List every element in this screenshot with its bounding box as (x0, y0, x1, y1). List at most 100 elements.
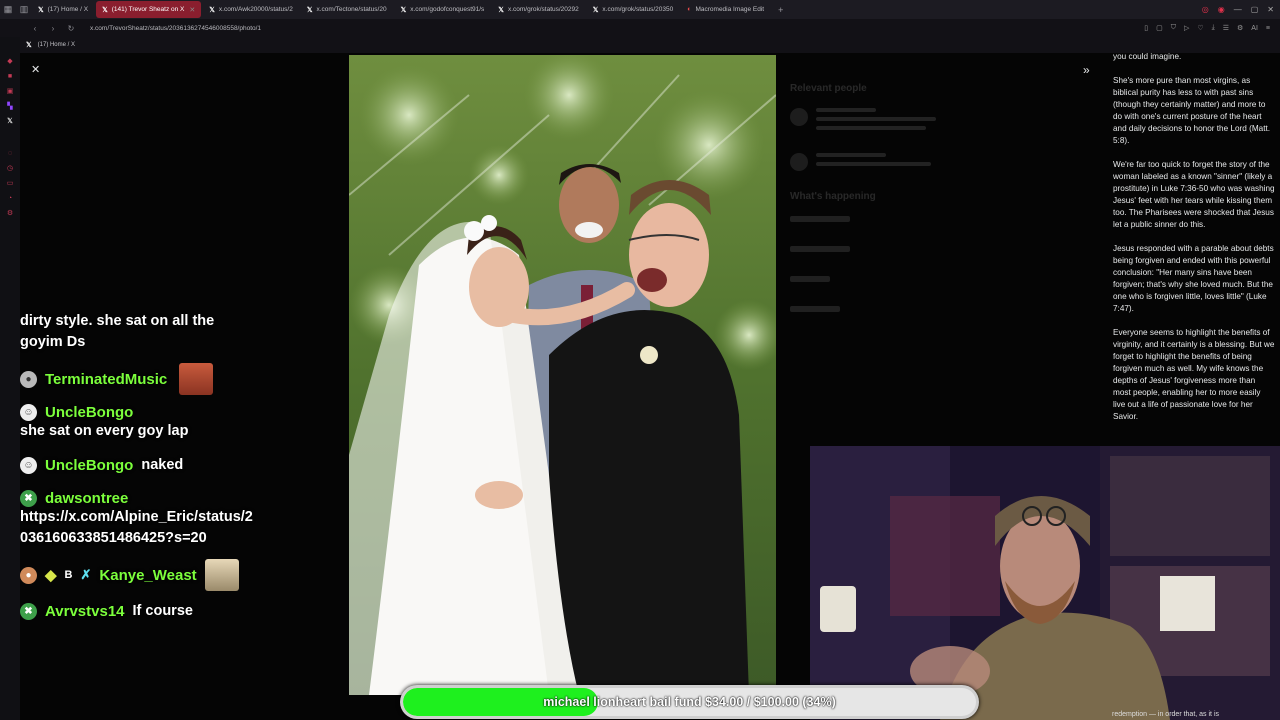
user-badge-icon: ● (20, 566, 37, 584)
x-logo-icon: 𝕏 (400, 6, 407, 14)
chat-message-link[interactable]: https://x.com/Alpine_Eric/status/2036160… (20, 507, 260, 549)
chat-message: ✖ dawsontree (20, 490, 340, 507)
maximize-icon[interactable]: ▢ (1251, 5, 1259, 14)
clock-icon[interactable]: ◷ (6, 164, 14, 172)
settings-icon[interactable]: ⚙ (1237, 24, 1243, 32)
chat-username: Kanye_Weast (99, 566, 197, 584)
post-paragraph: She's more pure than most virgins, as bi… (1113, 76, 1271, 145)
donation-goal-bar: michael lionheart bail fund $34.00 / $10… (400, 685, 979, 719)
user-badge-icon: ✖ (20, 490, 37, 507)
settings-icon[interactable]: ⚙ (6, 209, 14, 217)
chat-message: ☺ UncleBongo (20, 404, 340, 421)
heart-icon[interactable]: ♡ (1197, 24, 1203, 32)
window-controls: ◎ ◉ — ▢ ✕ (1202, 0, 1274, 19)
tab-tectone[interactable]: 𝕏x.com/Tectone/status/20 (301, 1, 393, 18)
webcam-feed (810, 446, 1280, 720)
user-badge-icon: ● (20, 370, 37, 388)
bookmark-icon[interactable]: ▯ (1144, 24, 1148, 32)
chat-username: TerminatedMusic (45, 370, 168, 388)
browser-sidebar: ◆ ■ ▣ ▚ 𝕏 ◌ ◷ ▭ ◔ ⚙ (0, 37, 20, 720)
twitch-icon[interactable]: ▚ (6, 102, 14, 110)
post-paragraph: Jesus responded with a parable about deb… (1113, 244, 1274, 313)
extension-icon[interactable]: ◉ (1218, 5, 1225, 14)
whats-happening-heading: What's happening (790, 191, 876, 202)
chat-username: dawsontree (45, 490, 129, 507)
user-badge-icon: ☺ (20, 404, 37, 421)
chat-message-text: dirty style. she sat on all the goyim Ds (20, 313, 215, 350)
reload-icon[interactable]: ↻ (64, 24, 78, 33)
sidebar-app-icon[interactable]: ▣ (6, 87, 14, 95)
x-logo-icon: 𝕏 (498, 6, 504, 14)
download-icon[interactable]: ⤓ (1212, 24, 1215, 32)
ai-button[interactable]: AI (1251, 25, 1258, 32)
chat-message: ☺ UncleBongo naked (20, 455, 340, 476)
chat-message: ● TerminatedMusic (20, 363, 340, 395)
wedding-photo-image (349, 55, 776, 695)
sidebar-toggle-icon[interactable]: ▥ (16, 0, 32, 19)
forward-icon[interactable]: › (46, 24, 60, 33)
emote-icon (204, 559, 239, 591)
tab-awk[interactable]: 𝕏x.com/Awk20000/status/2 (203, 1, 299, 18)
close-icon[interactable]: ✕ (31, 63, 40, 76)
minimize-icon[interactable]: — (1234, 5, 1242, 14)
profile-icon[interactable]: ◎ (1202, 5, 1209, 14)
sidebar-app-icon[interactable]: ▭ (6, 179, 14, 187)
tab-home[interactable]: 𝕏 (17) Home / X (32, 1, 94, 18)
shield-icon[interactable]: ⛉ (1171, 24, 1176, 32)
url-field[interactable]: x.com/TrevorSheatz/status/20361362745460… (90, 25, 261, 32)
tab-godofconquest[interactable]: 𝕏x.com/godofconquest91/s (395, 1, 491, 18)
macromedia-icon: ◐ (687, 6, 692, 13)
tab-trevor-sheatz[interactable]: 𝕏 (141) Trevor Sheatz on X ✕ (96, 1, 202, 18)
chat-message: ● ◆ B ✗ Kanye_Weast (20, 559, 340, 591)
x-logo-icon: 𝕏 (38, 6, 44, 14)
sidebar-app-icon[interactable]: ◆ (6, 57, 14, 65)
tab-grok-2[interactable]: 𝕏x.com/grok/status/20350 (587, 1, 679, 18)
tab-grok-1[interactable]: 𝕏x.com/grok/status/20292 (492, 1, 584, 18)
emote-icon (179, 363, 214, 395)
dimmed-sidebar: Relevant people What's happening (780, 83, 1110, 503)
chat-message-text: If course (132, 603, 193, 619)
sidebar-app-icon[interactable]: ■ (6, 72, 14, 80)
menu-icon[interactable]: ≡ (1266, 25, 1270, 32)
post-paragraph: Everyone seems to highlight the benefits… (1113, 328, 1275, 421)
sidebar-app-icon[interactable]: ◌ (6, 149, 14, 157)
chat-username: Avrvstvs14 (45, 603, 125, 620)
tab-bar: ▦ ▥ 𝕏 (17) Home / X 𝕏 (141) Trevor Sheatz … (0, 0, 1280, 19)
wedding-photo (349, 55, 776, 695)
goal-track: michael lionheart bail fund $34.00 / $10… (403, 688, 976, 716)
user-badge-icon: ✖ (20, 603, 37, 620)
sword-badge-icon: ✗ (80, 567, 92, 582)
x-logo-icon: 𝕏 (209, 6, 215, 14)
new-tab-button[interactable]: + (772, 5, 789, 15)
photo-viewer: Relevant people What's happening ✕ » you… (20, 53, 1280, 720)
x-logo-icon: 𝕏 (592, 6, 599, 14)
goal-label: michael lionheart bail fund $34.00 / $10… (543, 695, 836, 709)
x-logo-icon: 𝕏 (26, 42, 32, 49)
page-icon[interactable]: ▢ (1156, 24, 1163, 32)
chat-message: ✖ Avrvstvs14 If course (20, 601, 340, 622)
stream-chat-overlay: dirty style. she sat on all the goyim Ds… (20, 311, 340, 622)
history-icon[interactable]: ◔ (6, 194, 14, 202)
post-paragraph: We're far too quick to forget the story … (1113, 160, 1275, 229)
reader-icon[interactable]: ☰ (1223, 24, 1229, 32)
window-close-icon[interactable]: ✕ (1267, 5, 1274, 14)
chat-message-text: she sat on every goy lap (20, 423, 189, 439)
play-icon[interactable]: ▷ (1184, 24, 1189, 32)
diamond-badge-icon: ◆ (45, 567, 57, 584)
tab-macromedia[interactable]: ◐ Macromedia Image Edit (681, 1, 770, 18)
x-logo-icon[interactable]: 𝕏 (6, 117, 14, 125)
tab-list-icon[interactable]: ▦ (0, 0, 16, 19)
x-logo-icon: 𝕏 (102, 6, 108, 14)
chat-username: UncleBongo (45, 457, 134, 474)
chat-message-text: naked (141, 457, 184, 473)
expand-panel-icon[interactable]: » (1083, 63, 1090, 77)
post-paragraph: you could imagine. (1113, 53, 1182, 61)
bookmark-home[interactable]: (17) Home / X (38, 42, 75, 48)
close-icon[interactable]: ✕ (189, 6, 195, 14)
webcam-image (810, 446, 1280, 720)
bits-badge-icon: B (64, 569, 73, 581)
back-icon[interactable]: ‹ (28, 24, 42, 33)
chat-username: UncleBongo (45, 404, 134, 421)
bookmarks-bar: 𝕏 (17) Home / X (0, 37, 1280, 53)
address-bar-row: ‹ › ↻ x.com/TrevorSheatz/status/20361362… (0, 19, 1280, 37)
